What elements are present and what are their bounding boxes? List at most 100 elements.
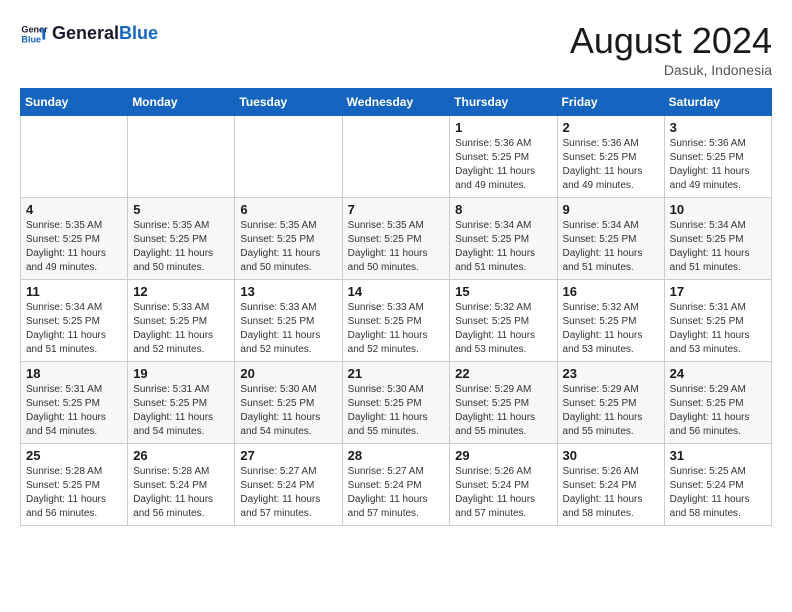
calendar-cell: 31 Sunrise: 5:25 AM Sunset: 5:24 PM Dayli… [664, 444, 771, 526]
day-number: 30 [563, 448, 659, 463]
day-number: 20 [240, 366, 336, 381]
day-info: Sunrise: 5:35 AM Sunset: 5:25 PM Dayligh… [133, 219, 229, 275]
calendar-cell: 16 Sunrise: 5:32 AM Sunset: 5:25 PM Dayli… [557, 280, 664, 362]
day-info: Sunrise: 5:33 AM Sunset: 5:25 PM Dayligh… [133, 301, 229, 357]
day-info: Sunrise: 5:30 AM Sunset: 5:25 PM Dayligh… [348, 383, 445, 439]
day-number: 14 [348, 284, 445, 299]
day-info: Sunrise: 5:36 AM Sunset: 5:25 PM Dayligh… [670, 137, 766, 193]
day-number: 10 [670, 202, 766, 217]
day-info: Sunrise: 5:27 AM Sunset: 5:24 PM Dayligh… [348, 465, 445, 521]
calendar-cell: 7 Sunrise: 5:35 AM Sunset: 5:25 PM Daylig… [342, 198, 450, 280]
day-info: Sunrise: 5:31 AM Sunset: 5:25 PM Dayligh… [670, 301, 766, 357]
calendar-cell: 26 Sunrise: 5:28 AM Sunset: 5:24 PM Dayli… [128, 444, 235, 526]
day-info: Sunrise: 5:31 AM Sunset: 5:25 PM Dayligh… [133, 383, 229, 439]
day-info: Sunrise: 5:25 AM Sunset: 5:24 PM Dayligh… [670, 465, 766, 521]
calendar-cell: 10 Sunrise: 5:34 AM Sunset: 5:25 PM Dayli… [664, 198, 771, 280]
calendar-cell: 18Sunrise: 5:31 AM Sunset: 5:25 PM Dayli… [21, 362, 128, 444]
day-number: 15 [455, 284, 551, 299]
day-number: 25 [26, 448, 122, 463]
day-info: Sunrise: 5:35 AM Sunset: 5:25 PM Dayligh… [240, 219, 336, 275]
calendar-cell: 20Sunrise: 5:30 AM Sunset: 5:25 PM Dayli… [235, 362, 342, 444]
day-number: 13 [240, 284, 336, 299]
day-number: 26 [133, 448, 229, 463]
calendar-cell: 29Sunrise: 5:26 AM Sunset: 5:24 PM Dayli… [450, 444, 557, 526]
calendar-cell [128, 116, 235, 198]
day-info: Sunrise: 5:34 AM Sunset: 5:25 PM Dayligh… [563, 219, 659, 275]
day-number: 6 [240, 202, 336, 217]
header-sunday: Sunday [21, 89, 128, 116]
day-info: Sunrise: 5:28 AM Sunset: 5:24 PM Dayligh… [133, 465, 229, 521]
calendar-cell: 23Sunrise: 5:29 AM Sunset: 5:25 PM Dayli… [557, 362, 664, 444]
day-info: Sunrise: 5:36 AM Sunset: 5:25 PM Dayligh… [563, 137, 659, 193]
day-number: 3 [670, 120, 766, 135]
day-info: Sunrise: 5:35 AM Sunset: 5:25 PM Dayligh… [26, 219, 122, 275]
logo-icon: General Blue [20, 20, 48, 48]
title-block: August 2024 Dasuk, Indonesia [570, 20, 772, 78]
day-number: 28 [348, 448, 445, 463]
calendar-cell: 22 Sunrise: 5:29 AM Sunset: 5:25 PM Dayli… [450, 362, 557, 444]
header-thursday: Thursday [450, 89, 557, 116]
day-number: 8 [455, 202, 551, 217]
day-info: Sunrise: 5:34 AM Sunset: 5:25 PM Dayligh… [26, 301, 122, 357]
calendar-cell: 6 Sunrise: 5:35 AM Sunset: 5:25 PM Daylig… [235, 198, 342, 280]
calendar-cell [342, 116, 450, 198]
calendar-cell: 8Sunrise: 5:34 AM Sunset: 5:25 PM Daylig… [450, 198, 557, 280]
day-info: Sunrise: 5:31 AM Sunset: 5:25 PM Dayligh… [26, 383, 122, 439]
calendar-cell: 11 Sunrise: 5:34 AM Sunset: 5:25 PM Dayli… [21, 280, 128, 362]
day-info: Sunrise: 5:33 AM Sunset: 5:25 PM Dayligh… [240, 301, 336, 357]
calendar-cell: 15Sunrise: 5:32 AM Sunset: 5:25 PM Dayli… [450, 280, 557, 362]
day-number: 22 [455, 366, 551, 381]
weekday-header-row: Sunday Monday Tuesday Wednesday Thursday… [21, 89, 772, 116]
header-monday: Monday [128, 89, 235, 116]
logo: General Blue GeneralBlue [20, 20, 158, 48]
day-number: 21 [348, 366, 445, 381]
day-number: 12 [133, 284, 229, 299]
calendar-cell: 28 Sunrise: 5:27 AM Sunset: 5:24 PM Dayli… [342, 444, 450, 526]
calendar-table: Sunday Monday Tuesday Wednesday Thursday… [20, 88, 772, 526]
day-info: Sunrise: 5:27 AM Sunset: 5:24 PM Dayligh… [240, 465, 336, 521]
day-info: Sunrise: 5:32 AM Sunset: 5:25 PM Dayligh… [563, 301, 659, 357]
calendar-cell: 3 Sunrise: 5:36 AM Sunset: 5:25 PM Daylig… [664, 116, 771, 198]
calendar-cell: 12 Sunrise: 5:33 AM Sunset: 5:25 PM Dayli… [128, 280, 235, 362]
day-info: Sunrise: 5:29 AM Sunset: 5:25 PM Dayligh… [670, 383, 766, 439]
day-number: 27 [240, 448, 336, 463]
day-number: 11 [26, 284, 122, 299]
calendar-subtitle: Dasuk, Indonesia [570, 62, 772, 78]
day-number: 17 [670, 284, 766, 299]
calendar-cell: 27 Sunrise: 5:27 AM Sunset: 5:24 PM Dayli… [235, 444, 342, 526]
header-wednesday: Wednesday [342, 89, 450, 116]
day-number: 31 [670, 448, 766, 463]
header-tuesday: Tuesday [235, 89, 342, 116]
calendar-cell: 1 Sunrise: 5:36 AM Sunset: 5:25 PM Daylig… [450, 116, 557, 198]
calendar-cell [235, 116, 342, 198]
calendar-week-row: 25Sunrise: 5:28 AM Sunset: 5:25 PM Dayli… [21, 444, 772, 526]
day-info: Sunrise: 5:26 AM Sunset: 5:24 PM Dayligh… [455, 465, 551, 521]
page-header: General Blue GeneralBlue August 2024 Das… [20, 20, 772, 78]
day-info: Sunrise: 5:34 AM Sunset: 5:25 PM Dayligh… [670, 219, 766, 275]
calendar-cell: 30 Sunrise: 5:26 AM Sunset: 5:24 PM Dayli… [557, 444, 664, 526]
day-number: 19 [133, 366, 229, 381]
day-number: 9 [563, 202, 659, 217]
day-number: 2 [563, 120, 659, 135]
day-number: 16 [563, 284, 659, 299]
day-info: Sunrise: 5:26 AM Sunset: 5:24 PM Dayligh… [563, 465, 659, 521]
day-number: 24 [670, 366, 766, 381]
svg-text:Blue: Blue [21, 34, 41, 44]
header-friday: Friday [557, 89, 664, 116]
logo-text: GeneralBlue [52, 24, 158, 44]
calendar-cell: 25Sunrise: 5:28 AM Sunset: 5:25 PM Dayli… [21, 444, 128, 526]
calendar-cell: 17 Sunrise: 5:31 AM Sunset: 5:25 PM Dayli… [664, 280, 771, 362]
day-info: Sunrise: 5:29 AM Sunset: 5:25 PM Dayligh… [563, 383, 659, 439]
calendar-week-row: 11 Sunrise: 5:34 AM Sunset: 5:25 PM Dayli… [21, 280, 772, 362]
day-info: Sunrise: 5:29 AM Sunset: 5:25 PM Dayligh… [455, 383, 551, 439]
day-info: Sunrise: 5:36 AM Sunset: 5:25 PM Dayligh… [455, 137, 551, 193]
day-number: 1 [455, 120, 551, 135]
day-number: 7 [348, 202, 445, 217]
calendar-cell: 13 Sunrise: 5:33 AM Sunset: 5:25 PM Dayli… [235, 280, 342, 362]
calendar-cell: 19 Sunrise: 5:31 AM Sunset: 5:25 PM Dayli… [128, 362, 235, 444]
calendar-cell: 14Sunrise: 5:33 AM Sunset: 5:25 PM Dayli… [342, 280, 450, 362]
calendar-cell: 24 Sunrise: 5:29 AM Sunset: 5:25 PM Dayli… [664, 362, 771, 444]
day-info: Sunrise: 5:35 AM Sunset: 5:25 PM Dayligh… [348, 219, 445, 275]
calendar-week-row: 18Sunrise: 5:31 AM Sunset: 5:25 PM Dayli… [21, 362, 772, 444]
calendar-title: August 2024 [570, 20, 772, 62]
